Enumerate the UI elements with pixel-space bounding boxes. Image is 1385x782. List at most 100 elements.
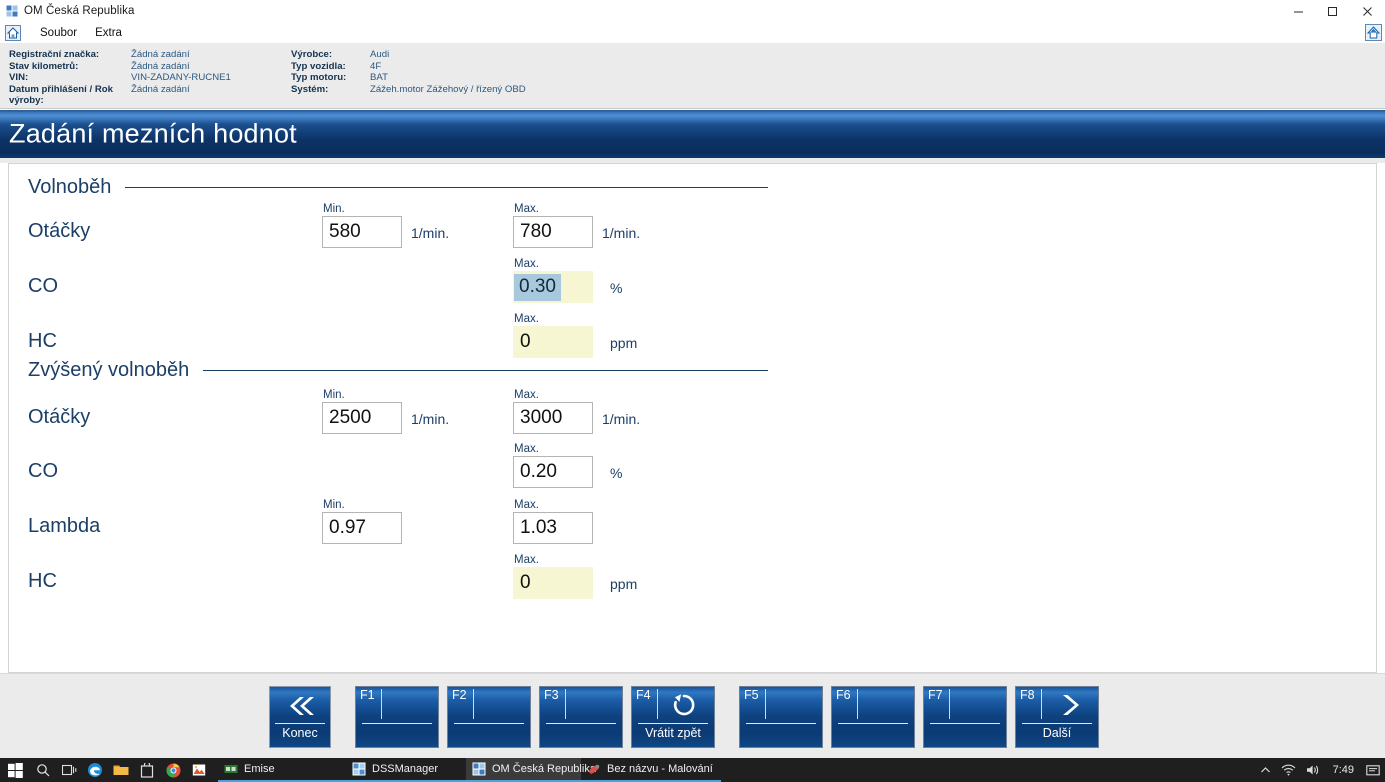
windows-start-icon[interactable]: [0, 758, 30, 782]
caption-max-idle-hc: Max.: [514, 313, 539, 325]
info-row: VIN: VIN-ZADANY-RUCNE1: [9, 72, 231, 84]
wifi-icon[interactable]: [1276, 758, 1301, 782]
function-button-divider: [1022, 723, 1092, 724]
function-button-divider: [930, 723, 1000, 724]
function-button-caption: Konec: [282, 726, 318, 740]
info-value: 4F: [370, 60, 382, 72]
undo-circular-arrow-icon: [632, 689, 714, 721]
function-button-konec[interactable]: Konec: [269, 686, 331, 748]
info-value: Žádná zadání: [131, 49, 190, 60]
menu-item-soubor[interactable]: Soubor: [31, 25, 86, 41]
close-button[interactable]: [1349, 0, 1385, 22]
input-high-rpm-min[interactable]: [322, 402, 402, 434]
function-button-divider: [454, 723, 524, 724]
function-button-divider: [275, 723, 325, 724]
input-idle-rpm-max[interactable]: [513, 216, 593, 248]
taskbar-app-malovani[interactable]: Bez názvu - Malování: [581, 758, 721, 782]
function-button-code: F5: [744, 688, 759, 702]
app-icon: [6, 5, 18, 17]
function-button-code-divider: [949, 689, 950, 719]
search-icon[interactable]: [30, 758, 56, 782]
vehicle-info-bar: Registrační značka: Žádná zadání Stav ki…: [0, 43, 1385, 109]
function-button-code-divider: [857, 689, 858, 719]
task-view-icon[interactable]: [56, 758, 82, 782]
minimize-button[interactable]: [1281, 0, 1315, 22]
function-button-f8[interactable]: F8 Další: [1015, 686, 1099, 748]
taskbar-app-om-ceska-republika[interactable]: OM Česká Republika: [466, 758, 596, 782]
vehicle-info-left-column: Registrační značka: Žádná zadání Stav ki…: [9, 49, 231, 107]
chevron-up-icon[interactable]: [1255, 758, 1276, 782]
vehicle-info-right-column: Výrobce: Audi Typ vozidla: 4F Typ motoru…: [291, 49, 526, 95]
app-shortcut-icon[interactable]: [1365, 24, 1382, 41]
emise-icon: [224, 762, 238, 776]
taskbar-app-label: Emise: [244, 763, 275, 775]
caption-min-high-rpm: Min.: [323, 389, 345, 401]
caption-max-idle-co: Max.: [514, 258, 539, 270]
chrome-icon[interactable]: [160, 758, 186, 782]
function-button-divider: [838, 723, 908, 724]
input-high-hc-max[interactable]: [513, 567, 593, 599]
info-value: VIN-ZADANY-RUCNE1: [131, 72, 231, 84]
function-button-f7[interactable]: F7: [923, 686, 1007, 748]
section-title: Volnoběh: [28, 176, 112, 198]
function-button-f4[interactable]: F4 Vrátit zpět: [631, 686, 715, 748]
function-button-f2[interactable]: F2: [447, 686, 531, 748]
file-explorer-icon[interactable]: [108, 758, 134, 782]
input-high-lambda-max[interactable]: [513, 512, 593, 544]
home-icon[interactable]: [5, 24, 21, 41]
caption-max-idle-rpm: Max.: [514, 203, 539, 215]
windows-taskbar: Emise DSSManager OM Česká Republika Bez …: [0, 758, 1385, 782]
input-high-lambda-min[interactable]: [322, 512, 402, 544]
input-idle-hc-max[interactable]: [513, 326, 593, 358]
page-banner: Zadání mezních hodnot: [0, 110, 1385, 158]
window-title-bar: OM Česká Republika: [0, 0, 1385, 23]
taskbar-app-dssmanager[interactable]: DSSManager: [346, 758, 466, 782]
field-label-idle-rpm: Otáčky: [28, 220, 91, 242]
info-label: VIN:: [9, 72, 29, 84]
function-button-f3[interactable]: F3: [539, 686, 623, 748]
unit-high-rpm-max: 1/min.: [602, 411, 641, 427]
unit-idle-hc-max: ppm: [610, 335, 638, 351]
function-button-code: F6: [836, 688, 851, 702]
om-icon: [472, 762, 486, 776]
function-button-f5[interactable]: F5: [739, 686, 823, 748]
section-rule: [203, 370, 768, 371]
unit-high-hc-max: ppm: [610, 576, 638, 592]
input-high-co-max[interactable]: [513, 456, 593, 488]
info-row: Typ motoru: BAT: [291, 72, 526, 84]
taskbar-app-label: DSSManager: [372, 763, 439, 775]
taskbar-clock[interactable]: 7:49: [1326, 758, 1361, 782]
input-idle-co-max[interactable]: 0.30: [513, 271, 593, 303]
info-label: Stav kilometrů:: [9, 60, 79, 72]
menu-bar: Soubor Extra: [0, 22, 1385, 44]
function-button-code: F1: [360, 688, 375, 702]
info-label: Typ vozidla:: [291, 60, 346, 72]
system-tray: 7:49: [1255, 758, 1385, 782]
function-button-divider: [546, 723, 616, 724]
maximize-button[interactable]: [1315, 0, 1349, 22]
notification-icon[interactable]: [1361, 758, 1385, 782]
input-idle-rpm-min[interactable]: [322, 216, 402, 248]
input-idle-co-max-selected-text: 0.30: [514, 273, 561, 301]
caption-max-high-hc: Max.: [514, 554, 539, 566]
input-high-rpm-max[interactable]: [513, 402, 593, 434]
chevron-double-left-icon: [270, 690, 330, 722]
field-label-high-rpm: Otáčky: [28, 406, 91, 428]
photos-icon[interactable]: [186, 758, 212, 782]
info-value: Žádná zadání: [131, 60, 190, 72]
store-icon[interactable]: [134, 758, 160, 782]
taskbar-app-emise[interactable]: Emise: [218, 758, 346, 782]
field-label-high-hc: HC: [28, 570, 57, 592]
function-button-f6[interactable]: F6: [831, 686, 915, 748]
caption-min-high-lambda: Min.: [323, 499, 345, 511]
field-label-idle-co: CO: [28, 275, 58, 297]
info-row: Registrační značka: Žádná zadání: [9, 49, 231, 61]
field-label-high-lambda: Lambda: [28, 515, 101, 537]
info-row: Datum přihlášení / Rok výroby: Žádná zad…: [9, 84, 231, 107]
edge-icon[interactable]: [82, 758, 108, 782]
function-button-f1[interactable]: F1: [355, 686, 439, 748]
menu-item-extra[interactable]: Extra: [86, 25, 131, 41]
unit-high-co-max: %: [610, 465, 623, 481]
speaker-icon[interactable]: [1301, 758, 1326, 782]
taskbar-app-label: Bez názvu - Malování: [607, 763, 713, 775]
